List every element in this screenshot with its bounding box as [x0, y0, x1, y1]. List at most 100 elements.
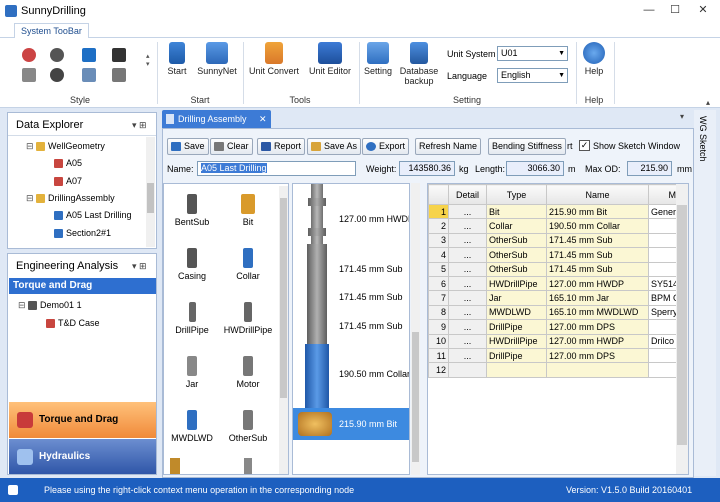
- palette-casing[interactable]: Casing: [164, 248, 220, 281]
- table-row[interactable]: 8... MWDLWD 165.10 mm MWDLWD Sperry-Su: [428, 304, 688, 321]
- name-cell[interactable]: 127.00 mm HWDP: [546, 275, 649, 292]
- tree-node-a05-last-drilling[interactable]: A05 Last Drilling: [54, 210, 132, 221]
- scrollbar-thumb[interactable]: [412, 332, 419, 462]
- palette-motor[interactable]: Motor: [220, 356, 276, 389]
- nav-torque-and-drag[interactable]: Torque and Drag: [9, 402, 156, 438]
- name-cell[interactable]: 171.45 mm Sub: [546, 261, 649, 277]
- unit-system-select[interactable]: U01 ▼: [497, 46, 568, 61]
- name-cell[interactable]: 127.00 mm DPS: [546, 319, 649, 335]
- pin-icon[interactable]: ▾ ⊞: [132, 261, 147, 272]
- sunnynet-button[interactable]: SunnyNet: [194, 42, 240, 76]
- table-row[interactable]: 1... Bit 215.90 mm Bit Generic: [428, 203, 688, 220]
- type-cell[interactable]: OtherSub: [486, 247, 547, 263]
- name-cell[interactable]: 127.00 mm HWDP: [546, 333, 649, 349]
- language-select[interactable]: English ▼: [497, 68, 568, 83]
- palette-bit[interactable]: Bit: [220, 194, 276, 227]
- export-button[interactable]: Export: [362, 138, 410, 155]
- style-office2007-icon[interactable]: [22, 48, 36, 62]
- style-office2010-icon[interactable]: [50, 48, 64, 62]
- style-gallery-scroll-icon[interactable]: ▴ ▾: [146, 52, 150, 68]
- unit-convert-button[interactable]: Unit Convert: [246, 42, 302, 76]
- wg-sketch-tab[interactable]: WG Sketch: [698, 116, 708, 162]
- close-button[interactable]: ✕: [690, 2, 716, 18]
- style-silver-icon[interactable]: [112, 68, 126, 82]
- detail-button[interactable]: ...: [448, 319, 487, 335]
- name-cell[interactable]: 127.00 mm DPS: [546, 347, 649, 364]
- column-header[interactable]: Name: [546, 184, 649, 205]
- style-blue-icon[interactable]: [82, 68, 96, 82]
- tree-node-demo01[interactable]: ⊟ Demo01 1: [18, 300, 82, 311]
- detail-button[interactable]: ...: [448, 232, 487, 249]
- type-cell[interactable]: MWDLWD: [486, 304, 547, 321]
- type-cell[interactable]: Bit: [486, 203, 547, 220]
- table-row[interactable]: 9... DrillPipe 127.00 mm DPS: [428, 319, 688, 335]
- bending-stiffness-button[interactable]: Bending Stiffness: [488, 138, 566, 155]
- tree-node-wellgeometry[interactable]: ⊟ WellGeometry: [26, 141, 105, 152]
- save-button[interactable]: Save: [167, 138, 209, 155]
- detail-button[interactable]: ...: [448, 247, 487, 263]
- style-black-icon[interactable]: [50, 68, 64, 82]
- detail-button[interactable]: ...: [448, 203, 487, 220]
- save-as-button[interactable]: Save As: [307, 138, 362, 155]
- type-cell[interactable]: DrillPipe: [486, 347, 547, 364]
- style-office-dark-icon[interactable]: [112, 48, 126, 62]
- type-cell[interactable]: OtherSub: [486, 261, 547, 277]
- scrollbar-thumb[interactable]: [147, 183, 154, 213]
- scrollbar-thumb[interactable]: [280, 198, 287, 398]
- tree-node-a07[interactable]: A07: [54, 176, 82, 187]
- style-office2013-icon[interactable]: [82, 48, 96, 62]
- tree-node-a05[interactable]: A05: [54, 158, 82, 169]
- close-tab-icon[interactable]: ✕: [259, 114, 267, 124]
- tab-system-toolbar[interactable]: System TooBar: [14, 23, 89, 39]
- name-input[interactable]: A05 Last Drilling: [197, 161, 356, 176]
- name-cell[interactable]: 165.10 mm MWDLWD: [546, 304, 649, 321]
- table-row[interactable]: 10... HWDrillPipe 127.00 mm HWDP Drilco: [428, 333, 688, 349]
- palette-mwdlwd[interactable]: MWDLWD: [164, 410, 220, 443]
- name-cell[interactable]: 171.45 mm Sub: [546, 232, 649, 249]
- palette-hwdrillpipe[interactable]: HWDrillPipe: [220, 302, 276, 335]
- tab-drilling-assembly[interactable]: Drilling Assembly ✕: [162, 110, 271, 128]
- detail-button[interactable]: ...: [448, 333, 487, 349]
- name-cell[interactable]: 165.10 mm Jar: [546, 290, 649, 306]
- detail-button[interactable]: ...: [448, 218, 487, 234]
- detail-button[interactable]: ...: [448, 261, 487, 277]
- pin-icon[interactable]: ▾ ⊞: [132, 120, 147, 131]
- table-row[interactable]: 6... HWDrillPipe 127.00 mm HWDP SY5146: [428, 275, 688, 292]
- type-cell[interactable]: HWDrillPipe: [486, 333, 547, 349]
- detail-button[interactable]: ...: [448, 347, 487, 364]
- name-cell[interactable]: 171.45 mm Sub: [546, 247, 649, 263]
- tree-node-drillingassembly[interactable]: ⊟ DrillingAssembly: [26, 193, 115, 204]
- start-button[interactable]: Start: [163, 42, 191, 76]
- report-button[interactable]: Report: [257, 138, 306, 155]
- palette-drillpipe[interactable]: DrillPipe: [164, 302, 220, 335]
- style-vista-icon[interactable]: [22, 68, 36, 82]
- tab-dropdown-icon[interactable]: ▾: [680, 112, 684, 121]
- table-row[interactable]: 2... Collar 190.50 mm Collar: [428, 218, 688, 234]
- name-cell[interactable]: 190.50 mm Collar: [546, 218, 649, 234]
- minimize-button[interactable]: —: [636, 2, 662, 18]
- palette-collar[interactable]: Collar: [220, 248, 276, 281]
- refresh-name-button[interactable]: Refresh Name: [415, 138, 482, 155]
- show-sketch-checkbox[interactable]: ✓: [579, 140, 590, 151]
- type-cell[interactable]: OtherSub: [486, 232, 547, 249]
- type-cell[interactable]: Collar: [486, 218, 547, 234]
- clear-button[interactable]: Clear: [210, 138, 253, 155]
- palette-othersub[interactable]: OtherSub: [220, 410, 276, 443]
- table-row[interactable]: 11... DrillPipe 127.00 mm DPS: [428, 347, 688, 364]
- table-row[interactable]: 12: [428, 362, 688, 378]
- unit-editor-button[interactable]: Unit Editor: [304, 42, 356, 76]
- table-row[interactable]: 5... OtherSub 171.45 mm Sub: [428, 261, 688, 277]
- detail-button[interactable]: ...: [448, 304, 487, 321]
- setting-button[interactable]: Setting: [361, 42, 395, 76]
- type-cell[interactable]: [486, 362, 547, 378]
- tree-node-section2[interactable]: Section2#1: [54, 228, 111, 239]
- database-backup-button[interactable]: Database backup: [398, 42, 440, 86]
- table-row[interactable]: 7... Jar 165.10 mm Jar BPM Chir: [428, 290, 688, 306]
- table-row[interactable]: 3... OtherSub 171.45 mm Sub: [428, 232, 688, 249]
- column-header[interactable]: Detail: [448, 184, 487, 205]
- help-button[interactable]: Help: [580, 42, 608, 76]
- nav-hydraulics[interactable]: Hydraulics: [9, 439, 156, 474]
- table-row[interactable]: 4... OtherSub 171.45 mm Sub: [428, 247, 688, 263]
- scrollbar-thumb[interactable]: [677, 205, 687, 445]
- detail-button[interactable]: ...: [448, 290, 487, 306]
